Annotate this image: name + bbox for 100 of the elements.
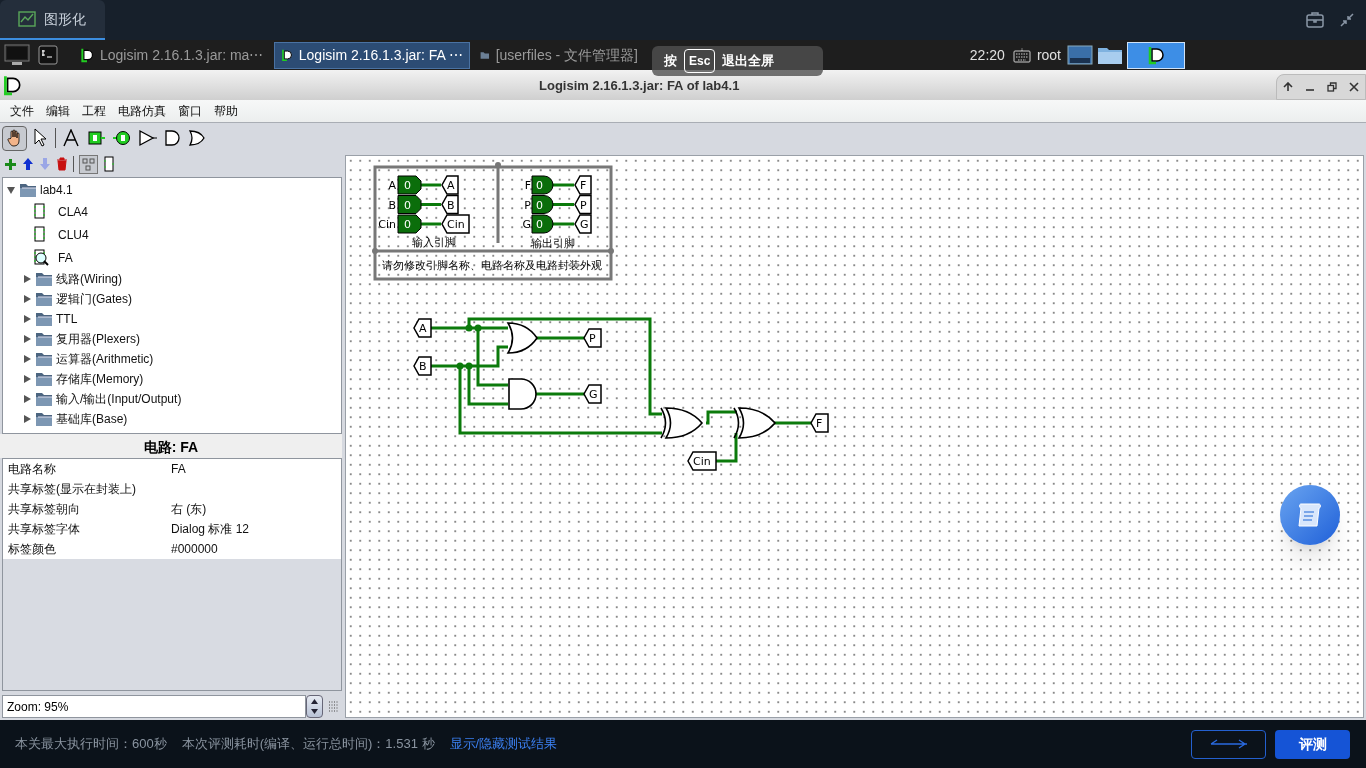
appearance-view-icon[interactable]	[103, 156, 115, 172]
tunnel-label: A	[441, 175, 459, 195]
expanded-arrow-icon[interactable]	[7, 185, 16, 195]
buffer-tool[interactable]	[138, 129, 158, 147]
wire	[419, 222, 441, 226]
toggle-results-link[interactable]: 显示/隐藏测试结果	[449, 734, 558, 754]
tree-item[interactable]: 运算器(Arithmetic)	[56, 350, 154, 368]
collapsed-arrow-icon[interactable]	[23, 274, 32, 284]
xor-gate	[733, 407, 776, 439]
window-title: Logisim 2.16.1.3.jar: FA of lab4.1	[539, 77, 740, 95]
tree-item[interactable]: CLU4	[58, 225, 89, 244]
logisim-icon	[1147, 45, 1165, 65]
tree-item[interactable]: 线路(Wiring)	[56, 270, 122, 288]
taskbar-item[interactable]: [userfiles - 文件管理器]	[474, 41, 644, 69]
pin-label: G	[522, 218, 531, 231]
tree-item[interactable]: CLA4	[58, 202, 89, 221]
hand-tool[interactable]	[2, 125, 27, 151]
arrow-up-icon[interactable]	[1283, 82, 1293, 92]
logisim-icon	[80, 47, 94, 63]
input-pin[interactable]: 0	[397, 195, 422, 214]
chart-icon	[18, 11, 36, 27]
menu-item[interactable]: 窗口	[172, 102, 208, 120]
taskbar-item[interactable]: Logisim 2.16.1.3.jar: ma⋯	[74, 41, 270, 69]
collapsed-arrow-icon[interactable]	[23, 334, 32, 344]
tree-item[interactable]: 逻辑门(Gates)	[56, 290, 132, 308]
layout-view-button[interactable]	[79, 154, 98, 174]
tunnel-label: P	[583, 328, 602, 348]
pin-label: F	[524, 179, 531, 192]
text-tool[interactable]	[62, 129, 80, 147]
tree-item[interactable]: 输入/输出(Input/Output)	[56, 390, 182, 408]
monitor-icon[interactable]	[4, 44, 30, 66]
wire	[716, 433, 738, 463]
active-app-button[interactable]	[1127, 41, 1185, 69]
circuit-canvas[interactable]: A 0 A B 0 B Cin 0 Cin 输入引脚 F 0 F P 0 P G 0 G 输出引脚 请勿修改引脚名称、电路名称及电路封装外观 A B P G Cin F	[345, 155, 1364, 718]
collapse-icon[interactable]	[1340, 13, 1354, 27]
input-pin[interactable]: 0	[397, 175, 422, 195]
menu-item[interactable]: 帮助	[208, 102, 244, 120]
collapsed-arrow-icon[interactable]	[23, 354, 32, 364]
output-pin-tool[interactable]	[112, 129, 132, 147]
key-cap: Esc	[684, 49, 716, 73]
pin-label: B	[388, 198, 396, 212]
collapsed-arrow-icon[interactable]	[23, 374, 32, 384]
input-pin-tool[interactable]	[86, 129, 106, 147]
tunnel-label: G	[574, 214, 592, 234]
collapsed-arrow-icon[interactable]	[23, 414, 32, 424]
or-gate	[507, 322, 538, 354]
user-name: root	[1036, 45, 1061, 65]
keyboard-icon[interactable]	[1012, 47, 1031, 63]
output-pin: 0	[531, 214, 554, 234]
add-icon[interactable]	[4, 157, 17, 171]
delete-icon[interactable]	[56, 157, 68, 171]
tree-item[interactable]: 基础库(Base)	[56, 410, 128, 428]
action-button[interactable]	[1191, 729, 1266, 759]
terminal-icon[interactable]	[38, 45, 58, 65]
tunnel-label: F	[574, 175, 592, 195]
pin-label: A	[388, 179, 396, 192]
caption-text: 输入引脚	[412, 236, 456, 249]
or-gate-tool[interactable]	[188, 129, 206, 147]
note-text: 请勿修改引脚名称、电路名称及电路封装外观	[382, 259, 602, 272]
menu-item[interactable]: 工程	[76, 102, 112, 120]
table-cell-text: 共享标签朝向	[7, 500, 81, 518]
zoom-spinner[interactable]	[306, 695, 323, 718]
and-gate	[508, 378, 537, 410]
folder-icon	[35, 291, 53, 307]
and-gate-tool[interactable]	[164, 129, 182, 147]
tree-item[interactable]: 存储库(Memory)	[56, 370, 144, 388]
table-cell-text: #000000	[171, 540, 218, 558]
menu-item[interactable]: 文件	[4, 102, 40, 120]
table-cell-text: Dialog 标准 12	[171, 520, 250, 538]
folder-icon	[35, 311, 53, 327]
collapsed-arrow-icon[interactable]	[23, 294, 32, 304]
restore-icon[interactable]	[1327, 82, 1337, 92]
move-up-icon[interactable]	[22, 157, 34, 171]
tunnel-label: B	[441, 194, 459, 215]
toolbox-icon[interactable]	[1306, 12, 1324, 28]
clock: 22:20	[969, 45, 1005, 65]
pointer-tool[interactable]	[33, 128, 49, 148]
input-pin[interactable]: 0	[397, 214, 422, 234]
close-icon[interactable]	[1349, 82, 1359, 92]
wire	[773, 421, 811, 425]
desktop-icon[interactable]	[1067, 45, 1093, 65]
properties-title: 电路: FA	[0, 433, 342, 458]
evaluate-button[interactable]: 评测	[1275, 729, 1350, 759]
menu-item[interactable]: 电路仿真	[112, 102, 172, 120]
folder-icon[interactable]	[1097, 45, 1123, 65]
taskbar-item[interactable]: Logisim 2.16.1.3.jar: FA ⋯	[274, 41, 470, 69]
tree-item[interactable]: 复用器(Plexers)	[56, 330, 140, 348]
desktop-tab[interactable]: 图形化	[0, 0, 105, 40]
tree-item[interactable]: lab4.1	[40, 181, 73, 199]
tree-item[interactable]: FA	[58, 248, 73, 267]
xor-gate	[660, 407, 703, 439]
zoom-field[interactable]: Zoom: 95%	[2, 695, 306, 718]
collapsed-arrow-icon[interactable]	[23, 314, 32, 324]
collapsed-arrow-icon[interactable]	[23, 394, 32, 404]
menu-item[interactable]: 编辑	[40, 102, 76, 120]
folder-icon	[35, 351, 53, 367]
tree-item[interactable]: TTL	[56, 310, 78, 328]
table-cell-text: 电路名称	[7, 460, 57, 478]
folder-icon	[35, 331, 53, 347]
wire	[419, 183, 441, 187]
